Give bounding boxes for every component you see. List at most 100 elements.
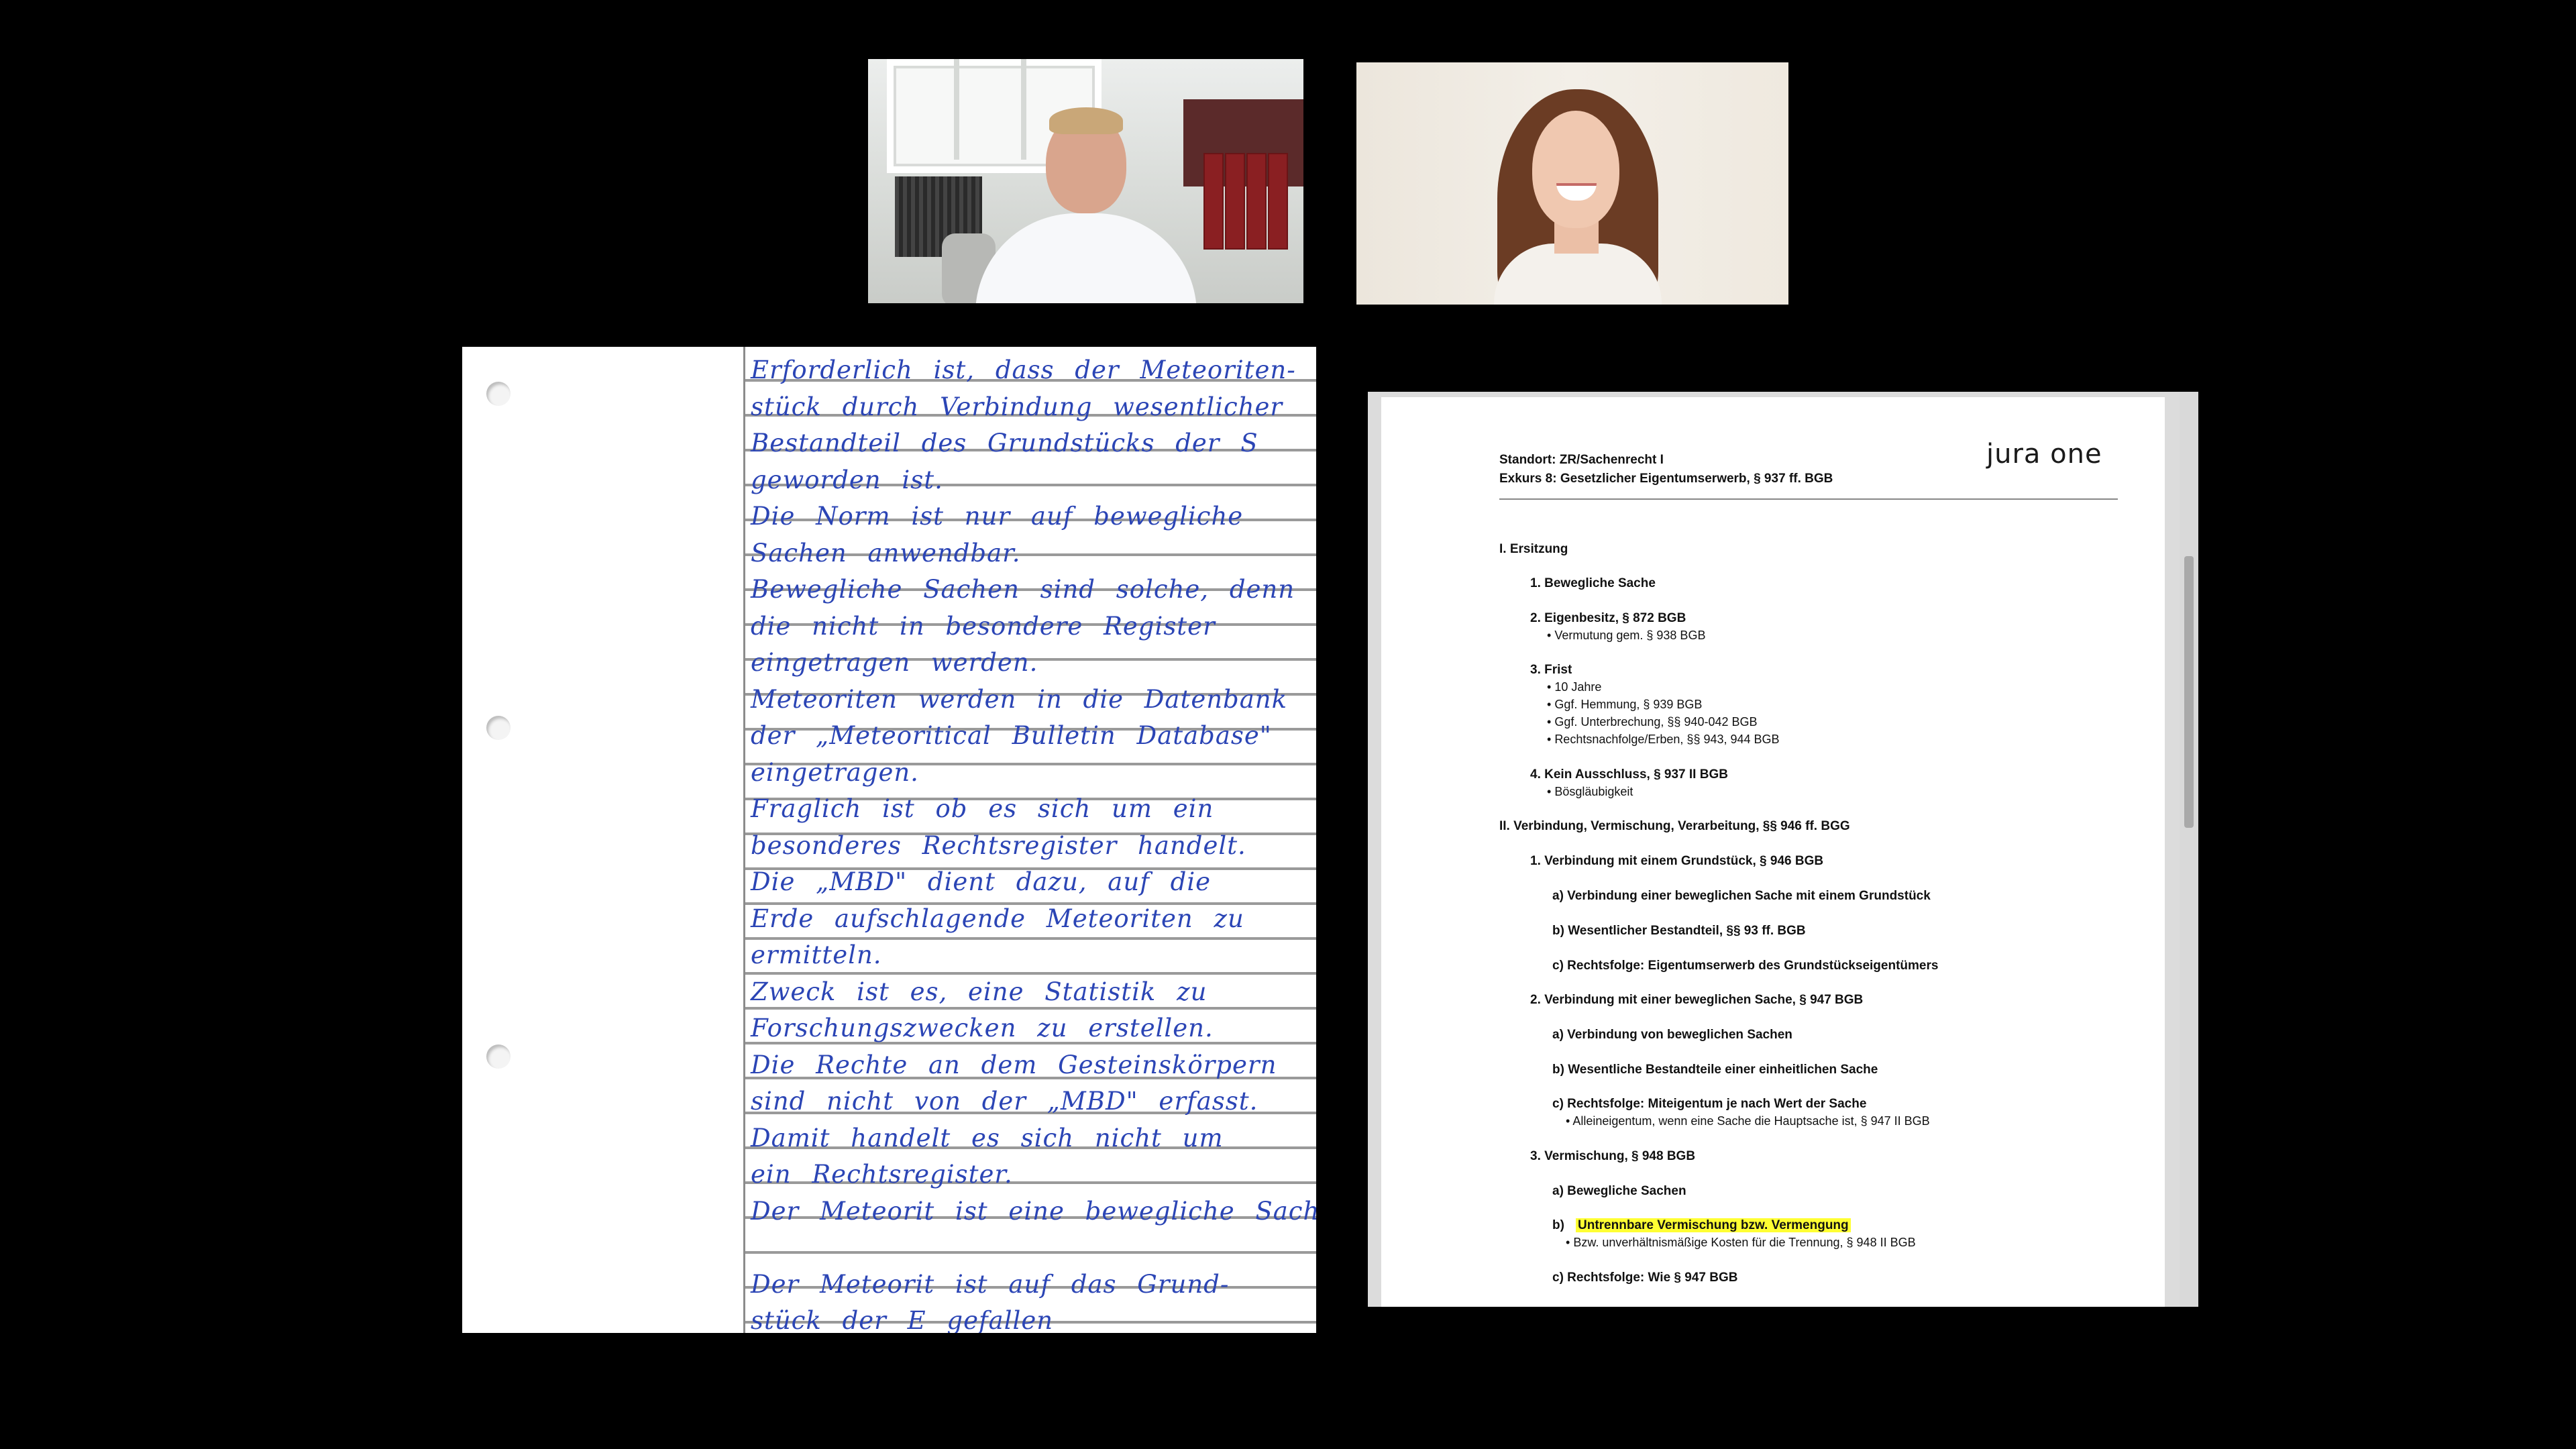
outline-bullet: • Ggf. Hemmung, § 939 BGB — [1547, 698, 1702, 712]
outline-text: Ggf. Hemmung, § 939 BGB — [1554, 698, 1703, 711]
outline-item: 2. Verbindung mit einer beweglichen Sach… — [1530, 993, 1863, 1008]
margin-line — [743, 347, 745, 1333]
outline-text: 1. Bewegliche Sache — [1530, 576, 1656, 590]
outline-text: 4. Verarbeitung, § 950 BGB — [1530, 1305, 1693, 1307]
vertical-scrollbar[interactable] — [2180, 392, 2198, 1307]
outline-item: c) Rechtsfolge: Wie § 947 BGB — [1552, 1271, 1737, 1285]
handwritten-line: eingetragen werden. — [751, 648, 1038, 677]
outline-text: 3. Vermischung, § 948 BGB — [1530, 1149, 1696, 1163]
outline-text: 4. Kein Ausschluss, § 937 II BGB — [1530, 767, 1728, 782]
outline-text: 2. Verbindung mit einer beweglichen Sach… — [1530, 993, 1864, 1007]
outline-item: 1. Bewegliche Sache — [1530, 576, 1656, 591]
outline-text: Bösgläubigkeit — [1554, 785, 1633, 798]
outline-text: b) Wesentliche Bestandteile einer einhei… — [1552, 1063, 1878, 1077]
handwritten-line: stück der E gefallen — [751, 1306, 1054, 1333]
pdf-viewer[interactable]: Standort: ZR/Sachenrecht I Exkurs 8: Ges… — [1368, 392, 2198, 1307]
handwritten-line: geworden ist. — [751, 465, 943, 494]
outline-text: c) Rechtsfolge: Wie § 947 BGB — [1552, 1271, 1738, 1285]
bullet-icon: • — [1547, 785, 1555, 798]
header-divider — [1499, 498, 2118, 500]
handwritten-line: Die „MBD" dient dazu, auf die — [751, 867, 1212, 896]
outline-text: Alleineigentum, wenn eine Sache die Haup… — [1572, 1114, 1930, 1128]
outline-bullet: • Vermutung gem. § 938 BGB — [1547, 629, 1705, 643]
outline-bullet: • Rechtsnachfolge/Erben, §§ 943, 944 BGB — [1547, 733, 1780, 747]
outline-text: Untrennbare Vermischung bzw. Vermengung — [1576, 1218, 1851, 1232]
scrollbar-thumb[interactable] — [2184, 556, 2194, 828]
outline-item: 4. Kein Ausschluss, § 937 II BGB — [1530, 767, 1728, 782]
bullet-icon: • — [1547, 715, 1555, 729]
handwritten-line: Zweck ist es, eine Statistik zu — [751, 977, 1208, 1006]
pdf-page: Standort: ZR/Sachenrecht I Exkurs 8: Ges… — [1381, 397, 2165, 1307]
handwritten-line: eingetragen. — [751, 757, 919, 787]
outline-text: Bzw. unverhältnismäßige Kosten für die T… — [1573, 1236, 1916, 1249]
handwritten-line: sind nicht von der „MBD" erfasst. — [751, 1087, 1258, 1116]
outline-item: 1. Verbindung mit einem Grundstück, § 94… — [1530, 854, 1823, 869]
outline-item: 2. Eigenbesitz, § 872 BGB — [1530, 611, 1686, 626]
outline-item: 3. Frist — [1530, 663, 1572, 678]
handwritten-line: stück durch Verbindung wesentlicher — [751, 392, 1283, 421]
binder — [1246, 153, 1267, 250]
outline-item: II. Verbindung, Vermischung, Verarbeitun… — [1499, 819, 1850, 834]
bullet-icon: • — [1547, 629, 1555, 642]
outline-text: 1. Verbindung mit einem Grundstück, § 94… — [1530, 854, 1824, 868]
handwritten-line: der „Meteoritical Bulletin Database" — [751, 721, 1272, 750]
outline-bullet: • Alleineigentum, wenn eine Sache die Ha… — [1566, 1114, 1930, 1128]
handwritten-line: ermitteln. — [751, 941, 882, 969]
bullet-icon: • — [1547, 733, 1555, 746]
handwritten-line: die nicht in besondere Register — [751, 611, 1216, 641]
outline-item: c) Rechtsfolge: Miteigentum je nach Wert… — [1552, 1097, 1866, 1112]
outline-text: 10 Jahre — [1554, 680, 1602, 694]
outline-text: a) Verbindung einer beweglichen Sache mi… — [1552, 889, 1931, 903]
handwritten-notes-page: Erforderlich ist, dass der Meteoriten-st… — [462, 347, 1316, 1333]
outline-bullet: • 10 Jahre — [1547, 680, 1601, 694]
bullet-icon: • — [1566, 1114, 1573, 1128]
outline-item: a) Bewegliche Sachen — [1552, 1184, 1686, 1199]
handwritten-line: Sachen anwendbar. — [751, 538, 1021, 568]
outline-item: b) — [1552, 1218, 1564, 1233]
header-topic: Exkurs 8: Gesetzlicher Eigentumserwerb, … — [1499, 472, 1833, 486]
handwritten-line: Der Meteorit ist auf das Grund- — [751, 1269, 1230, 1299]
outline-text: II. Verbindung, Vermischung, Verarbeitun… — [1499, 819, 1850, 833]
document-header: Standort: ZR/Sachenrecht I Exkurs 8: Ges… — [1499, 451, 1833, 488]
handwritten-line: Fraglich ist ob es sich um ein — [751, 794, 1214, 823]
bullet-icon: • — [1566, 1236, 1574, 1249]
outline-item: I. Ersitzung — [1499, 542, 1568, 557]
window-frame — [954, 59, 959, 160]
window-frame — [1021, 59, 1026, 160]
highlighted-outline-item: Untrennbare Vermischung bzw. Vermengung — [1576, 1218, 1851, 1233]
handwritten-line: Erde aufschlagende Meteoriten zu — [751, 904, 1244, 933]
handwritten-line: Meteoriten werden in die Datenbank — [751, 684, 1288, 714]
bullet-icon: • — [1547, 698, 1555, 711]
outline-text: Vermutung gem. § 938 BGB — [1554, 629, 1706, 642]
outline-text: I. Ersitzung — [1499, 542, 1568, 556]
person-face — [1532, 111, 1619, 228]
outline-item: b) Wesentlicher Bestandteil, §§ 93 ff. B… — [1552, 924, 1806, 938]
outline-text: 3. Frist — [1530, 663, 1572, 677]
handwritten-line: besonderes Rechtsregister handelt. — [751, 830, 1246, 860]
outline-item: c) Rechtsfolge: Eigentumserwerb des Grun… — [1552, 959, 1938, 973]
punch-hole — [486, 1044, 511, 1069]
handwriting-block: Erforderlich ist, dass der Meteoriten-st… — [751, 352, 1316, 1333]
outline-item: 3. Vermischung, § 948 BGB — [1530, 1149, 1695, 1164]
outline-bullet: • Bösgläubigkeit — [1547, 785, 1633, 799]
handwritten-line: Erforderlich ist, dass der Meteoriten- — [751, 356, 1296, 384]
video-tile-participant-1[interactable] — [868, 59, 1303, 303]
bullet-icon: • — [1547, 680, 1555, 694]
outline-bullet: • Bzw. unverhältnismäßige Kosten für die… — [1566, 1236, 1916, 1250]
handwritten-line: ein Rechtsregister. — [751, 1160, 1013, 1189]
handwritten-line: Damit handelt es sich nicht um — [751, 1123, 1224, 1152]
handwritten-line: Der Meteorit ist eine bewegliche Sache. — [751, 1196, 1316, 1226]
outline-text: a) Verbindung von beweglichen Sachen — [1552, 1028, 1792, 1042]
outline-text: Rechtsnachfolge/Erben, §§ 943, 944 BGB — [1554, 733, 1780, 746]
outline-item: 4. Verarbeitung, § 950 BGB — [1530, 1305, 1693, 1307]
video-tile-participant-2[interactable] — [1356, 62, 1788, 305]
handwritten-line — [751, 1230, 1311, 1267]
outline-item: a) Verbindung einer beweglichen Sache mi… — [1552, 889, 1931, 904]
person-body — [975, 213, 1197, 303]
handwritten-line: Bewegliche Sachen sind solche, denn — [751, 575, 1295, 604]
punch-hole — [486, 716, 511, 740]
handwritten-line: Forschungszwecken zu erstellen. — [751, 1014, 1214, 1042]
outline-item: b) Wesentliche Bestandteile einer einhei… — [1552, 1063, 1878, 1077]
outline-text: 2. Eigenbesitz, § 872 BGB — [1530, 611, 1686, 625]
handwritten-line: Die Norm ist nur auf bewegliche — [751, 502, 1244, 531]
